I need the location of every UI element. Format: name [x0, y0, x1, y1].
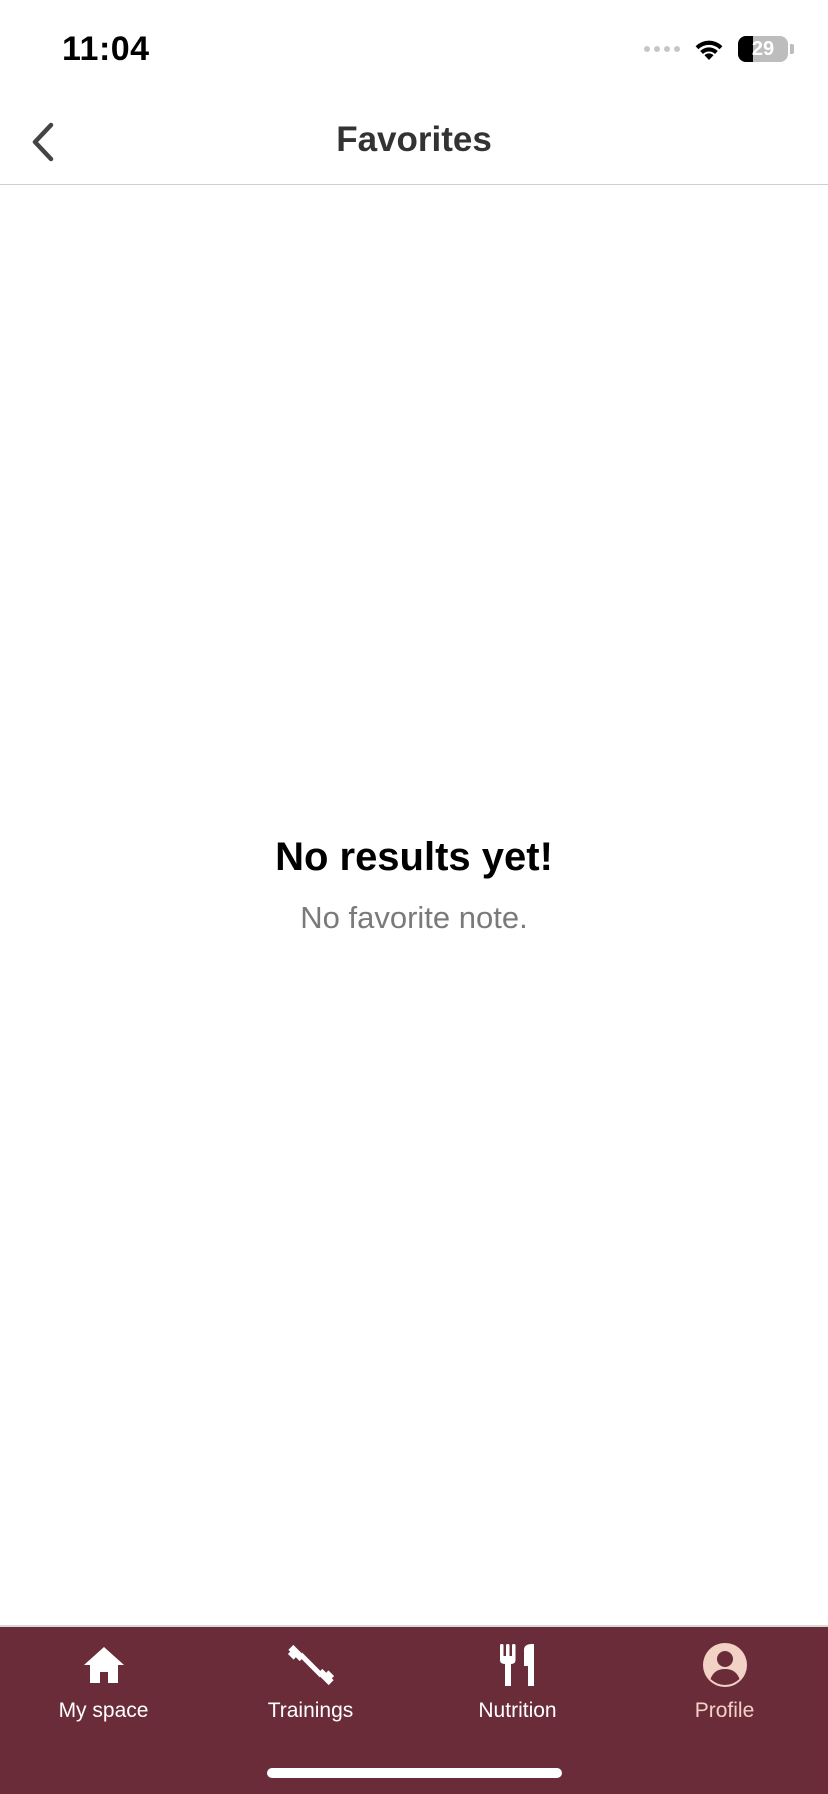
status-indicators: 29 — [644, 34, 794, 64]
empty-state: No results yet! No favorite note. — [0, 835, 828, 936]
home-icon — [83, 1647, 124, 1683]
fork-knife-icon — [499, 1644, 534, 1686]
wifi-icon — [695, 40, 723, 60]
tab-label: Profile — [694, 1699, 755, 1722]
tab-label: Nutrition — [478, 1699, 557, 1722]
tab-trainings[interactable]: Trainings — [207, 1641, 414, 1741]
battery-tip — [790, 44, 794, 54]
tab-my-space[interactable]: My space — [0, 1641, 207, 1741]
battery-icon: 29 — [738, 36, 788, 62]
tab-label: My space — [58, 1699, 149, 1722]
tab-profile[interactable]: Profile — [621, 1641, 828, 1741]
empty-state-subtitle: No favorite note. — [300, 900, 528, 935]
tab-bar: My space Trainings Nutrition Profile — [0, 1625, 828, 1794]
page-title: Favorites — [336, 120, 492, 159]
empty-state-title: No results yet! — [275, 835, 553, 879]
tab-label: Trainings — [267, 1699, 354, 1722]
dumbbell-icon — [287, 1644, 334, 1686]
navigation-bar: Favorites — [0, 100, 828, 185]
battery-level: 29 — [751, 37, 775, 60]
status-bar: 11:04 29 — [0, 0, 828, 100]
home-indicator[interactable] — [267, 1768, 562, 1778]
status-time: 11:04 — [62, 30, 150, 68]
tab-nutrition[interactable]: Nutrition — [414, 1641, 621, 1741]
cellular-signal-icon — [644, 46, 680, 52]
user-icon — [702, 1643, 747, 1687]
